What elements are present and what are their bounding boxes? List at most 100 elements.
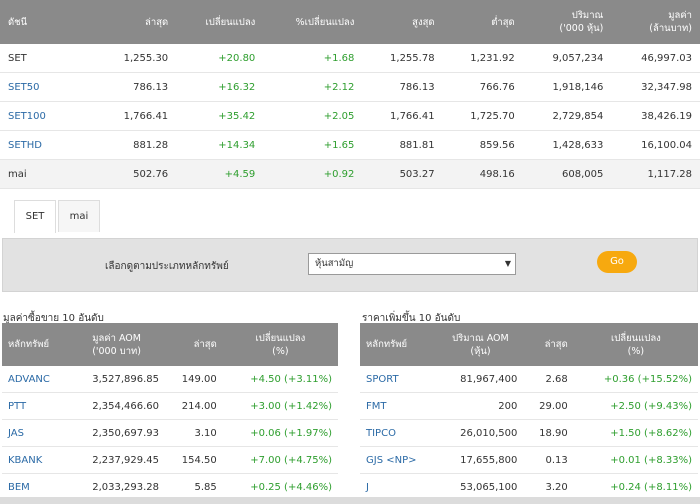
index-row: SET100 1,766.41 +35.42 +2.05 1,766.41 1,725.7… [0,101,700,131]
top-value-symbol-link[interactable]: JAS [2,419,69,447]
top-gainers-cell: 29.00 [523,392,574,420]
top-gainers-cell: 2.68 [523,366,574,393]
top-value-cell: 3.10 [165,419,223,447]
top-gainers-symbol-link[interactable]: TIPCO [360,419,438,447]
tg-header-change-label: เปลี่ยนแปลง (%) [611,332,661,357]
top-value-symbol-link[interactable]: ADVANC [2,366,69,393]
top-value-cell: 2,237,929.45 [68,446,165,474]
index-cell: 502.76 [96,159,177,189]
top-value-cell: 214.00 [165,392,223,420]
header-last: ล่าสุด [96,0,177,44]
header-index: ดัชนี [0,0,96,44]
top-gainers-symbol-link[interactable]: SPORT [360,366,438,393]
index-name-link[interactable]: SETHD [0,130,96,160]
top-gainers-cell: 18.90 [523,419,574,447]
top-value-cell: +0.06 (+1.97%) [222,419,338,447]
top-value-cell: 149.00 [165,366,223,393]
tab-mai[interactable]: mai [58,200,100,232]
index-header-row: ดัชนี ล่าสุด เปลี่ยนแปลง %เปลี่ยนแปลง สู… [0,0,700,44]
index-row: SET50 786.13 +16.32 +2.12 786.13 766.76 1,918,… [0,72,700,102]
select-value: หุ้นสามัญ [315,258,354,269]
top-value-row: ADVANC 3,527,896.85 149.00 +4.50 (+3.11%) [2,366,338,393]
index-cell: 881.81 [362,130,443,160]
tv-header-last: ล่าสุด [165,323,223,366]
top-value-row: KBANK 2,237,929.45 154.50 +7.00 (+4.75%) [2,446,338,474]
header-volume-label: ปริมาณ ('000 หุ้น) [559,10,604,34]
top-gainers-cell: +1.50 (+8.62%) [573,419,698,447]
top-value-symbol-link[interactable]: KBANK [2,446,69,474]
index-cell: 498.16 [442,159,523,189]
top-value-table: หลักทรัพย์ มูลค่า AOM ('000 บาท) ล่าสุด … [2,323,338,501]
top-gainers-cell: +2.50 (+9.43%) [573,392,698,420]
top-gainers-symbol-link[interactable]: FMT [360,392,438,420]
dropdown-arrow-icon: ▼ [504,259,511,268]
bottom-divider [0,497,700,504]
top-value-row: PTT 2,354,466.60 214.00 +3.00 (+1.42%) [2,392,338,420]
tg-header-last: ล่าสุด [523,323,574,366]
index-cell: 2,729,854 [522,101,612,131]
top-value-symbol-link[interactable]: PTT [2,392,69,420]
index-cell: 1,766.41 [362,101,443,131]
top-value-cell: 2,354,466.60 [68,392,165,420]
index-row: mai 502.76 +4.59 +0.92 503.27 498.16 608,005 1,… [0,159,700,189]
top-gainers-header-row: หลักทรัพย์ ปริมาณ AOM (หุ้น) ล่าสุด เปลี… [360,323,698,366]
top-gainers-table: หลักทรัพย์ ปริมาณ AOM (หุ้น) ล่าสุด เปลี… [360,323,698,501]
filter-label: เลือกดูตามประเภทหลักทรัพย์ [105,261,229,272]
index-cell: 1,255.78 [362,44,443,73]
index-cell: +0.92 [263,159,363,189]
header-low: ต่ำสุด [442,0,523,44]
index-name-link: SET [0,44,96,73]
index-cell: +35.42 [176,101,264,131]
tg-header-volume: ปริมาณ AOM (หุ้น) [437,323,524,366]
top-gainers-cell: 200 [437,392,524,420]
tv-header-value-label: มูลค่า AOM ('000 บาท) [92,332,141,357]
top-value-cell: +4.50 (+3.11%) [222,366,338,393]
index-cell: 1,766.41 [96,101,177,131]
index-name-link[interactable]: SET100 [0,101,96,131]
index-cell: +2.12 [263,72,363,102]
index-cell: 859.56 [442,130,523,160]
top-gainers-row: TIPCO 26,010,500 18.90 +1.50 (+8.62%) [360,419,698,447]
tv-header-symbol: หลักทรัพย์ [2,323,69,366]
index-row: SETHD 881.28 +14.34 +1.65 881.81 859.56 1,428,… [0,130,700,160]
index-cell: 1,255.30 [96,44,177,73]
index-cell: +1.65 [263,130,363,160]
top-gainers-cell: +0.01 (+8.33%) [573,446,698,474]
header-value: มูลค่า (ล้านบาท) [611,0,700,44]
top-value-cell: +7.00 (+4.75%) [222,446,338,474]
security-type-filter: เลือกดูตามประเภทหลักทรัพย์ หุ้นสามัญ ▼ G… [2,238,698,292]
market-tabs: SET mai [14,200,102,233]
tg-header-symbol: หลักทรัพย์ [360,323,438,366]
header-high: สูงสุด [362,0,443,44]
index-cell: +14.34 [176,130,264,160]
index-cell: 766.76 [442,72,523,102]
index-cell: 1,918,146 [522,72,612,102]
index-cell: 1,725.70 [442,101,523,131]
index-cell: +1.68 [263,44,363,73]
index-cell: 881.28 [96,130,177,160]
security-type-select[interactable]: หุ้นสามัญ ▼ [308,253,516,275]
index-name-link[interactable]: SET50 [0,72,96,102]
index-cell: +20.80 [176,44,264,73]
header-volume: ปริมาณ ('000 หุ้น) [522,0,612,44]
top-gainers-symbol-link[interactable]: GJS <NP> [360,446,438,474]
top-gainers-cell: 17,655,800 [437,446,524,474]
index-cell: 786.13 [96,72,177,102]
top-gainers-cell: +0.36 (+15.52%) [573,366,698,393]
index-cell: 608,005 [522,159,612,189]
header-value-label: มูลค่า (ล้านบาท) [649,10,692,34]
go-button[interactable]: Go [597,251,637,273]
top-value-cell: 3,527,896.85 [68,366,165,393]
top-gainers-cell: 81,967,400 [437,366,524,393]
index-name-link: mai [0,159,96,189]
top-value-cell: +3.00 (+1.42%) [222,392,338,420]
index-cell: 503.27 [362,159,443,189]
tg-header-volume-label: ปริมาณ AOM (หุ้น) [452,332,509,357]
index-cell: 1,428,633 [522,130,612,160]
top-gainers-row: FMT 200 29.00 +2.50 (+9.43%) [360,392,698,420]
index-cell: 46,997.03 [611,44,700,73]
tv-header-change-label: เปลี่ยนแปลง (%) [255,332,306,357]
tab-set[interactable]: SET [14,200,56,233]
index-cell: +4.59 [176,159,264,189]
top-gainers-row: GJS <NP> 17,655,800 0.13 +0.01 (+8.33%) [360,446,698,474]
